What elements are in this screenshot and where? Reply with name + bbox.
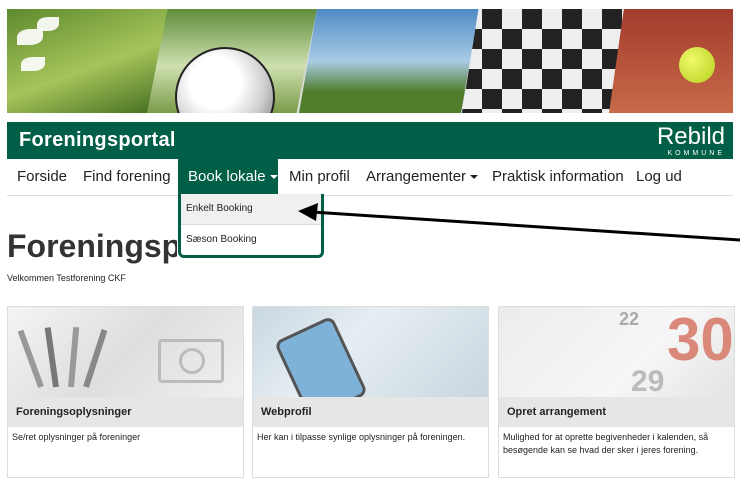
card-description: Her kan i tilpasse synlige oplysninger p… (257, 432, 466, 442)
nav-item-label: Arrangementer (366, 168, 467, 185)
calendar-number: 29 (631, 365, 665, 398)
card-image-calendar: 22 30 29 (499, 306, 734, 398)
book-lokale-dropdown: Enkelt Booking Sæson Booking (178, 194, 324, 258)
nav-item-label: Book lokale (188, 168, 266, 185)
card-title: Webprofil (253, 397, 488, 427)
pencil-icon (17, 329, 44, 389)
card-description: Se/ret oplysninger på foreninger (12, 432, 141, 442)
site-header: Foreningsportal Rebild KOMMUNE (7, 122, 733, 159)
card-opret-arrangement[interactable]: 22 30 29 Opret arrangement Mulighed for … (498, 306, 735, 478)
banner-photo-chess (462, 9, 627, 113)
dropdown-item-saeson-booking[interactable]: Sæson Booking (181, 225, 321, 255)
camera-icon (158, 339, 224, 383)
welcome-text: Velkommen Testforening CKF (7, 273, 126, 283)
main-navigation: Forside Find forening Book lokale Min pr… (7, 159, 733, 196)
banner-photo-cyclists (299, 9, 479, 113)
logo-sub: KOMMUNE (667, 150, 725, 157)
leaf-icon (37, 17, 59, 31)
pencil-icon (44, 327, 59, 388)
site-title: Foreningsportal (19, 129, 176, 151)
leaf-icon (17, 29, 43, 45)
calendar-number: 22 (619, 309, 640, 329)
nav-item-praktisk-information[interactable]: Praktisk information (482, 159, 634, 195)
tennis-ball-icon (679, 47, 715, 83)
nav-item-log-ud[interactable]: Log ud (626, 159, 692, 195)
calendar-number: 30 (667, 306, 734, 373)
rebild-kommune-logo[interactable]: Rebild KOMMUNE (657, 124, 725, 158)
nav-item-label: Praktisk information (492, 168, 624, 185)
nav-item-min-profil[interactable]: Min profil (279, 159, 360, 195)
page-title: Foreningsp (7, 228, 177, 264)
caret-down-icon (269, 175, 278, 180)
pencil-icon (83, 329, 108, 388)
card-title: Foreningsoplysninger (8, 397, 243, 427)
nav-item-label: Min profil (289, 168, 350, 185)
caret-down-icon (470, 175, 479, 180)
pencil-icon (68, 326, 80, 388)
nav-item-book-lokale[interactable]: Book lokale (178, 159, 278, 195)
card-image-pencils (8, 307, 243, 397)
nav-item-label: Log ud (636, 168, 682, 185)
nav-item-label: Forside (17, 168, 68, 185)
leaf-icon (21, 57, 45, 71)
card-foreningsoplysninger[interactable]: Foreningsoplysninger Se/ret oplysninger … (7, 306, 244, 478)
card-webprofil[interactable]: Webprofil Her kan i tilpasse synlige opl… (252, 306, 489, 478)
dropdown-item-enkelt-booking[interactable]: Enkelt Booking (181, 194, 321, 225)
logo-name: Rebild (656, 123, 725, 150)
header-banner-image (7, 9, 733, 113)
card-title: Opret arrangement (499, 397, 734, 427)
nav-item-label: Find forening (83, 168, 171, 185)
card-image-phone (253, 307, 488, 421)
nav-item-forside[interactable]: Forside (7, 159, 77, 195)
nav-item-find-forening[interactable]: Find forening (73, 159, 181, 195)
card-description: Mulighed for at oprette begivenheder i k… (503, 432, 709, 455)
nav-item-arrangementer[interactable]: Arrangementer (356, 159, 488, 195)
